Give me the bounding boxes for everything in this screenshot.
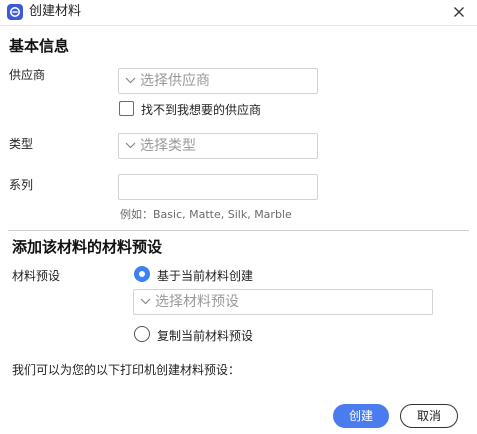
chevron-down-icon	[140, 298, 151, 305]
supplier-placeholder: 选择供应商	[140, 73, 210, 89]
create-button[interactable]: 创建	[333, 404, 389, 428]
supplier-select[interactable]: 选择供应商	[118, 68, 318, 94]
title-bar: 创建材料	[0, 0, 477, 26]
supplier-label: 供应商	[9, 68, 46, 82]
preset-select[interactable]: 选择材料预设	[133, 289, 433, 315]
chevron-down-icon	[125, 142, 136, 149]
basic-info-heading: 基本信息	[9, 37, 70, 55]
create-from-current-radio[interactable]	[134, 266, 150, 282]
supplier-not-found-checkbox[interactable]	[119, 101, 134, 116]
chevron-down-icon	[125, 77, 136, 84]
preset-placeholder: 选择材料预设	[155, 294, 239, 310]
type-placeholder: 选择类型	[140, 138, 196, 154]
copy-current-preset-label: 复制当前材料预设	[157, 329, 254, 343]
preset-heading: 添加该材料的材料预设	[12, 238, 163, 256]
copy-current-preset-radio[interactable]	[134, 326, 150, 342]
series-input[interactable]	[118, 174, 318, 200]
printer-note: 我们可以为您的以下打印机创建材料预设：	[12, 363, 241, 377]
series-hint: 例如：Basic, Matte, Silk, Marble	[120, 208, 292, 221]
series-label: 系列	[9, 178, 34, 192]
window-title: 创建材料	[29, 4, 82, 19]
type-select[interactable]: 选择类型	[118, 133, 318, 159]
section-divider	[8, 230, 469, 231]
create-from-current-label: 基于当前材料创建	[157, 269, 254, 283]
type-label: 类型	[9, 137, 34, 151]
supplier-not-found-label: 找不到我想要的供应商	[141, 103, 262, 117]
material-icon	[7, 4, 23, 20]
preset-label: 材料预设	[12, 269, 61, 283]
close-icon[interactable]	[451, 4, 467, 20]
cancel-button[interactable]: 取消	[400, 404, 458, 428]
